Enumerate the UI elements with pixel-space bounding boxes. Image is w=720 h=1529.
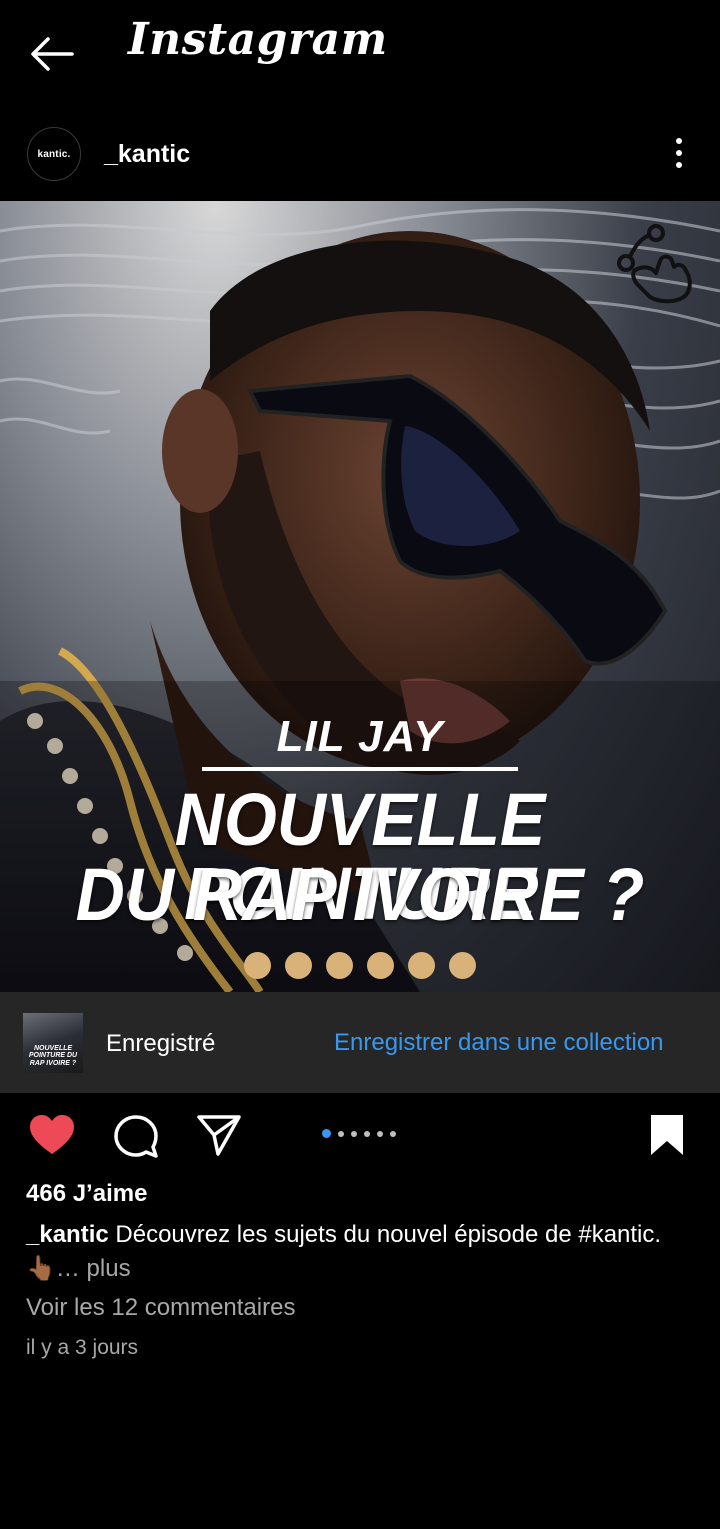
instagram-logo: Instagram xyxy=(128,14,388,65)
avatar[interactable]: kantic. xyxy=(27,127,81,181)
slide-dot xyxy=(367,952,394,979)
share-send-icon[interactable] xyxy=(196,1114,242,1156)
likes-count[interactable]: 466 J’aime xyxy=(26,1180,147,1208)
bookmark-icon[interactable] xyxy=(648,1113,686,1157)
like-heart-icon[interactable] xyxy=(28,1114,76,1156)
top-bar: Instagram xyxy=(0,0,720,110)
save-to-collection-link[interactable]: Enregistrer dans une collection xyxy=(334,1029,664,1057)
media-title-divider xyxy=(202,767,518,771)
carousel-indicator xyxy=(322,1129,396,1138)
saved-thumb-text: NOUVELLE POINTURE DU RAP IVOIRE ? xyxy=(28,1045,78,1067)
slide-dot xyxy=(244,952,271,979)
post-header: kantic. _kantic xyxy=(0,118,720,198)
carousel-dot-active xyxy=(322,1129,331,1138)
post-timestamp: il y a 3 jours xyxy=(26,1336,139,1359)
slide-dot xyxy=(285,952,312,979)
carousel-dot xyxy=(338,1130,344,1137)
slide-dot xyxy=(408,952,435,979)
post-actions xyxy=(0,1105,720,1165)
swipe-hand-icon xyxy=(608,221,698,305)
more-options-icon[interactable] xyxy=(664,132,694,176)
media-slide-dots xyxy=(244,952,476,980)
carousel-dot xyxy=(390,1130,396,1137)
post-username[interactable]: _kantic xyxy=(104,140,190,169)
view-comments-link[interactable]: Voir les 12 commentaires xyxy=(26,1294,295,1322)
caption-more-link[interactable]: … plus xyxy=(56,1255,131,1282)
slide-dot xyxy=(449,952,476,979)
caption-author[interactable]: _kantic xyxy=(26,1221,109,1248)
saved-notification-bar: NOUVELLE POINTURE DU RAP IVOIRE ? Enregi… xyxy=(0,992,720,1093)
carousel-dot xyxy=(377,1130,383,1137)
comment-icon[interactable] xyxy=(113,1113,159,1159)
carousel-dot xyxy=(364,1130,370,1137)
saved-post-thumbnail: NOUVELLE POINTURE DU RAP IVOIRE ? xyxy=(23,1013,83,1073)
media-subtitle: LIL JAY xyxy=(276,712,444,761)
back-arrow-icon[interactable] xyxy=(28,32,76,76)
carousel-dot xyxy=(351,1130,357,1137)
slide-dot xyxy=(326,952,353,979)
post-caption: _kantic Découvrez les sujets du nouvel é… xyxy=(26,1218,696,1286)
saved-status-label: Enregistré xyxy=(106,1030,216,1057)
media-headline-line2: DU RAP IVOIRE ? xyxy=(75,853,645,936)
